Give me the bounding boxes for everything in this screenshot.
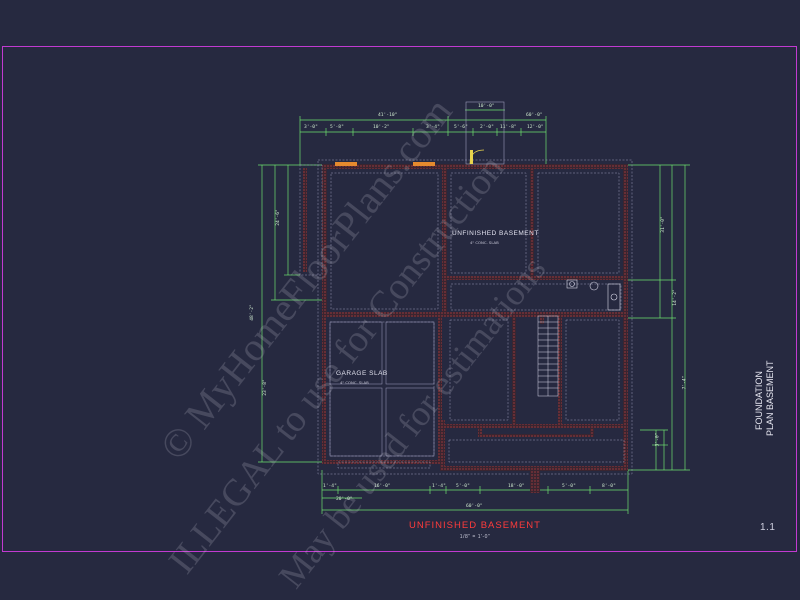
dim-right-1: 31'-0" [660,216,666,233]
dim-bottom-inner-7: 8'-0" [602,484,616,489]
room-sub-basement: 4" CONC. SLAB [470,240,499,245]
dim-top-inner-8: 12'-0" [527,125,544,130]
stair [537,315,559,397]
dim-bottom-inner-4: 5'-0" [456,484,470,489]
mechanical-fixtures [566,279,621,311]
plan-title: UNFINISHED BASEMENT [409,520,541,531]
bottom-porch [530,471,540,493]
dim-right-2: 14'-2" [672,289,678,306]
dim-top-inner-2: 5'-8" [330,125,344,130]
dim-bottom-inner-5: 18'-0" [508,484,525,489]
dim-top-inner-6: 2'-0" [480,125,494,130]
dim-left-1: 24'-6" [275,209,281,226]
dim-top-outer-1: 41'-10" [378,113,398,118]
window-1 [335,162,357,166]
dim-bump: 10'-0" [478,104,495,109]
dim-right-4: 7'-4" [682,375,688,390]
dim-top-outer-2: 60'-0" [526,113,543,118]
sheet-title-line2: PLAN BASEMENT [765,360,775,436]
dim-bottom-outer-2: 60'-0" [466,504,483,509]
dim-top-inner-3: 10'-2" [373,125,390,130]
dim-top-inner-7: 11'-8" [500,125,517,130]
dim-bottom-inner-6: 5'-0" [562,484,576,489]
dim-left-3: 23'-8" [262,379,268,396]
sheet-title-line1: FOUNDATION [754,371,764,430]
plan-scale: 1/8" = 1'-0" [459,534,491,540]
dim-top-inner-5: 5'-6" [454,125,468,130]
dim-bottom-inner-3: 1'-4" [432,484,446,489]
drawing-sheet: UNFINISHED BASEMENT 4" CONC. SLAB GARAGE… [0,0,800,600]
dim-top-inner-1: 3'-0" [304,125,318,130]
dim-right-3: 3'-0" [655,432,661,447]
sheet-number: 1.1 [760,522,776,533]
